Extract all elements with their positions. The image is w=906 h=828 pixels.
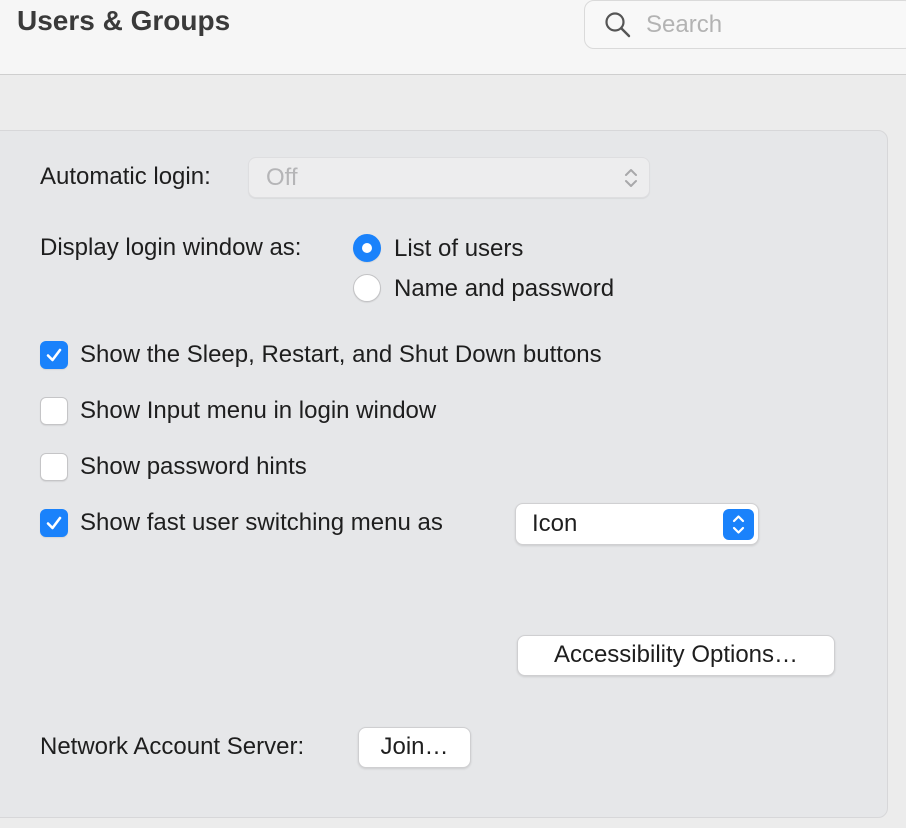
popup-stepper [723, 509, 754, 540]
automatic-login-value: Off [266, 164, 298, 191]
fast-user-switching-popup[interactable]: Icon [515, 503, 759, 545]
checkbox-fast-user-switching-label[interactable]: Show fast user switching menu as [80, 509, 443, 537]
network-account-server-label: Network Account Server: [40, 733, 305, 760]
checkbox-show-password-hints[interactable] [40, 453, 68, 481]
radio-list-of-users-label[interactable]: List of users [394, 235, 523, 263]
search-input[interactable] [646, 9, 886, 41]
automatic-login-label: Automatic login: [40, 163, 211, 190]
search-icon [605, 12, 631, 38]
checkbox-show-input-menu-label[interactable]: Show Input menu in login window [80, 397, 436, 425]
checkbox-show-sleep-restart-shutdown-label[interactable]: Show the Sleep, Restart, and Shut Down b… [80, 341, 602, 369]
radio-name-and-password[interactable] [353, 274, 381, 302]
display-login-window-label: Display login window as: [40, 234, 302, 261]
checkbox-show-input-menu[interactable] [40, 397, 68, 425]
window-title: Users & Groups [17, 5, 231, 36]
accessibility-options-button[interactable]: Accessibility Options… [517, 635, 835, 676]
radio-name-and-password-label[interactable]: Name and password [394, 275, 614, 303]
automatic-login-popup[interactable]: Off [248, 157, 650, 198]
toolbar: Users & Groups [0, 0, 906, 75]
checkmark-icon [46, 516, 62, 530]
checkbox-show-password-hints-label[interactable]: Show password hints [80, 453, 307, 481]
up-down-chevron-icon [732, 515, 745, 534]
up-down-chevron-icon [625, 169, 637, 187]
fast-user-switching-value: Icon [532, 510, 578, 537]
checkbox-fast-user-switching[interactable] [40, 509, 68, 537]
radio-list-of-users[interactable] [353, 234, 381, 262]
checkbox-show-sleep-restart-shutdown[interactable] [40, 341, 68, 369]
join-button[interactable]: Join… [358, 727, 471, 768]
search-field[interactable] [584, 0, 906, 49]
checkmark-icon [46, 348, 62, 362]
